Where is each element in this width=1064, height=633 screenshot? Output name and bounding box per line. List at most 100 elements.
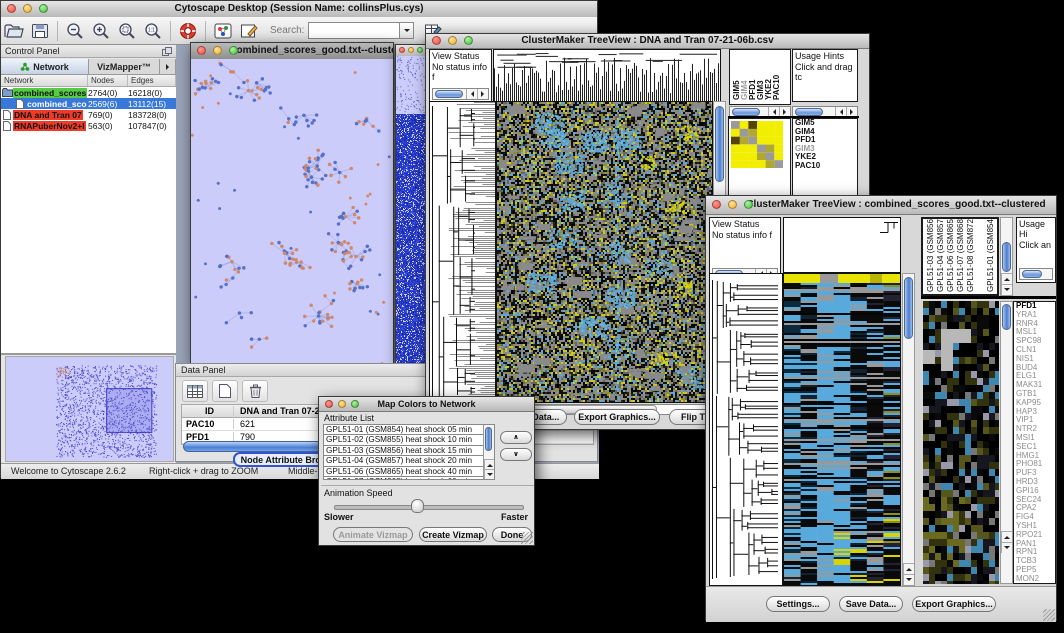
network-table-row[interactable]: DNA and Tran 07 769(0) 183728(0) xyxy=(1,109,176,120)
resize-grip[interactable] xyxy=(1043,609,1055,621)
close-button[interactable] xyxy=(432,36,441,45)
scroll-down-button[interactable] xyxy=(484,469,494,479)
column-label[interactable]: PAC10 xyxy=(772,52,781,100)
main-titlebar[interactable]: Cytoscape Desktop (Session Name: collins… xyxy=(1,1,597,18)
row-dendrogram-canvas[interactable] xyxy=(429,101,496,403)
attribute-list-item[interactable]: GPL51-04 (GSM857) heat shock 20 min xyxy=(324,456,483,466)
attribute-list-item[interactable]: GPL51-06 (GSM865) heat shock 40 min xyxy=(324,467,483,477)
zoom-selected-button[interactable] xyxy=(114,19,140,43)
close-button[interactable] xyxy=(399,47,405,53)
close-button[interactable] xyxy=(712,200,721,209)
attribute-list-item[interactable]: GPL51-03 (GSM856) heat shock 15 min xyxy=(324,446,483,456)
scroll-right-button[interactable] xyxy=(477,89,488,99)
scroll-down-button[interactable] xyxy=(1001,284,1012,295)
network-table-row[interactable]: combined_scores 2764(0) 16218(0) xyxy=(1,87,176,98)
scroll-up-button[interactable] xyxy=(903,563,914,574)
gene-label[interactable]: PAC10 xyxy=(793,162,857,171)
network-table-row[interactable]: RNAPuberNov2+I 563(0) 107847(0) xyxy=(1,120,176,131)
speed-slider-track[interactable] xyxy=(334,505,524,510)
column-label[interactable]: GPL51-04 (GSM857) xyxy=(936,218,945,292)
open-session-button[interactable] xyxy=(1,19,27,43)
scroll-down-button[interactable] xyxy=(1001,542,1012,553)
network-graph-canvas[interactable] xyxy=(191,59,393,364)
tab-overflow-button[interactable] xyxy=(160,59,176,74)
birdseye-view[interactable] xyxy=(5,356,174,462)
zoom-button[interactable] xyxy=(744,200,753,209)
create-vizmap-button[interactable]: Create Vizmap xyxy=(419,527,487,542)
scrollbar-thumb[interactable] xyxy=(1002,242,1011,272)
scroll-left-button[interactable] xyxy=(466,89,477,99)
column-label[interactable]: GPL51-06 (GSM865) xyxy=(946,218,955,292)
resize-grip[interactable] xyxy=(521,532,533,544)
main-heatmap-canvas[interactable] xyxy=(783,273,901,586)
attribute-list-item[interactable]: GPL51-01 (GSM854) heat shock 05 min xyxy=(324,425,483,435)
vizmapper-button[interactable] xyxy=(210,19,236,43)
attribute-list-item[interactable]: GPL51-07 (GSM868) heat shock 60 min xyxy=(324,477,483,479)
minimize-button[interactable] xyxy=(338,400,346,408)
treeview2-titlebar[interactable]: ClusterMaker TreeView : combined_scores_… xyxy=(706,196,1056,215)
network-view-titlebar[interactable]: combined_scores_good.txt--cluste... xyxy=(191,43,393,60)
close-button[interactable] xyxy=(7,4,16,13)
animate-vizmap-button[interactable]: Animate Vizmap xyxy=(333,527,413,542)
scroll-up-button[interactable] xyxy=(484,459,494,469)
speed-slider-thumb[interactable] xyxy=(411,499,424,513)
export-graphics-button[interactable]: Export Graphics... xyxy=(574,409,660,425)
zoom-in-button[interactable] xyxy=(88,19,114,43)
id-column-header[interactable]: ID xyxy=(182,406,234,416)
scrollbar-thumb[interactable] xyxy=(1022,270,1042,278)
zoom-actual-size-button[interactable]: 1:1 xyxy=(140,19,166,43)
column-dendrogram-canvas[interactable] xyxy=(493,49,721,103)
zoomed-heatmap-canvas[interactable] xyxy=(923,301,999,584)
zoom-button[interactable] xyxy=(464,36,473,45)
export-graphics-button[interactable]: Export Graphics... xyxy=(912,596,996,612)
minimize-button[interactable] xyxy=(408,47,414,53)
attribute-table-icon[interactable] xyxy=(182,380,208,402)
search-dropdown-button[interactable] xyxy=(400,22,414,39)
scrollbar-thumb[interactable] xyxy=(715,106,724,182)
scrollbar-thumb[interactable] xyxy=(1002,304,1011,330)
minimize-button[interactable] xyxy=(213,46,222,55)
column-label[interactable]: GPL51-07 (GSM868) xyxy=(956,218,965,292)
search-input[interactable] xyxy=(308,22,400,39)
move-down-button[interactable]: ∨ xyxy=(500,448,532,461)
zoom-button[interactable] xyxy=(351,400,359,408)
float-panel-icon[interactable] xyxy=(162,47,172,58)
close-button[interactable] xyxy=(325,400,333,408)
scroll-down-button[interactable] xyxy=(903,574,914,585)
minimize-button[interactable] xyxy=(23,4,32,13)
zoom-out-button[interactable] xyxy=(62,19,88,43)
row-dendrogram-canvas[interactable] xyxy=(709,273,783,586)
annotation-button[interactable] xyxy=(236,19,262,43)
scroll-up-button[interactable] xyxy=(1001,273,1012,284)
network-table-row[interactable]: combined_sco 2569(6) 13112(15) xyxy=(1,98,176,109)
tab-vizmapper[interactable]: VizMapper™ xyxy=(89,59,160,74)
new-attribute-icon[interactable] xyxy=(212,380,238,402)
scrollbar-thumb[interactable] xyxy=(435,90,463,98)
zoom-button[interactable] xyxy=(229,46,238,55)
main-heatmap-canvas[interactable] xyxy=(496,101,713,403)
minimize-button[interactable] xyxy=(448,36,457,45)
dialog-titlebar[interactable]: Map Colors to Network xyxy=(319,397,534,412)
close-button[interactable] xyxy=(197,46,206,55)
scrollbar-thumb[interactable] xyxy=(485,427,492,451)
save-data-button[interactable]: Save Data... xyxy=(839,596,903,612)
column-label[interactable]: GPL51-03 (GSM856) xyxy=(926,218,935,292)
column-label[interactable]: GPL51-08 (GSM872) xyxy=(966,218,975,292)
gene-label[interactable]: MON2 xyxy=(1014,575,1055,584)
tab-network[interactable]: Network xyxy=(1,59,89,74)
column-label[interactable]: GPL51-01 (GSM854) xyxy=(986,218,995,292)
column-label[interactable]: GPL51-02 (GSM855) xyxy=(996,218,999,292)
scrollbar-thumb[interactable] xyxy=(732,108,760,116)
zoom-button[interactable] xyxy=(417,47,423,53)
save-session-button[interactable] xyxy=(27,19,53,43)
move-up-button[interactable]: ∧ xyxy=(500,431,532,444)
minimize-button[interactable] xyxy=(728,200,737,209)
scrollbar-thumb[interactable] xyxy=(904,277,913,339)
scrollbar-thumb[interactable] xyxy=(795,108,823,116)
treeview1-titlebar[interactable]: ClusterMaker TreeView : DNA and Tran 07-… xyxy=(426,34,869,49)
zoomed-matrix-canvas[interactable] xyxy=(731,121,783,168)
attribute-list-item[interactable]: GPL51-02 (GSM855) heat shock 10 min xyxy=(324,435,483,445)
settings-button[interactable]: Settings... xyxy=(766,596,830,612)
column-dendrogram-canvas[interactable] xyxy=(783,217,901,273)
help-lifebuoy-button[interactable] xyxy=(175,19,201,43)
